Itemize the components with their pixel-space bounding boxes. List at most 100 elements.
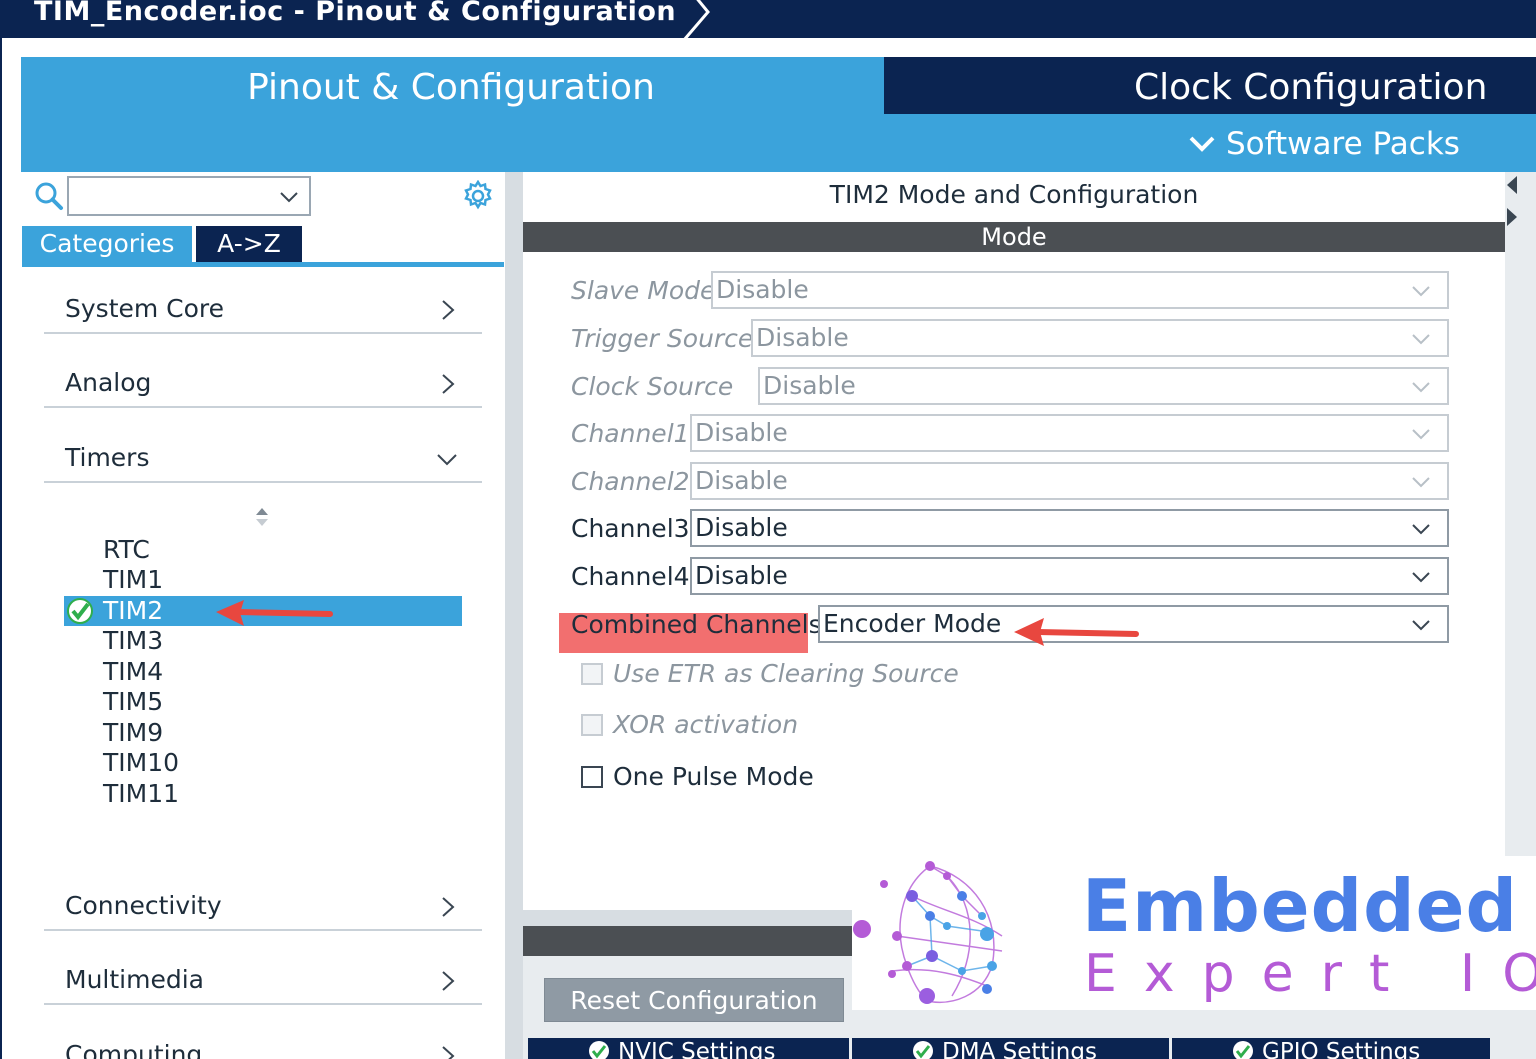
window-title: TIM_Encoder.ioc - Pinout & Configuration: [34, 0, 677, 27]
chevron-right-icon: [442, 971, 455, 991]
annotation-arrow-encoder-mode: [1014, 618, 1139, 646]
clock-source-label: Clock Source: [571, 372, 734, 401]
network-globe-icon: [853, 861, 1003, 1004]
category-label: Connectivity: [65, 891, 222, 920]
slave-mode-select[interactable]: Disable: [711, 271, 1449, 309]
collapse-arrow-icon[interactable]: [1505, 174, 1519, 196]
channel4-select[interactable]: Disable: [690, 557, 1449, 595]
check-circle-icon: [1233, 1041, 1253, 1059]
chevron-down-icon: [280, 192, 298, 203]
mode-section-header: Mode: [523, 222, 1505, 252]
category-label: Timers: [65, 443, 150, 472]
expand-arrow-icon[interactable]: [1505, 206, 1519, 228]
trigger-source-label: Trigger Source: [571, 324, 754, 353]
chevron-down-icon: [1412, 286, 1430, 297]
combined-channels-value: Encoder Mode: [823, 609, 1002, 638]
tab-label: NVIC Settings: [618, 1039, 776, 1059]
window-title-bar: TIM_Encoder.ioc - Pinout & Configuration: [0, 0, 1536, 41]
software-packs-label: Software Packs: [1226, 126, 1460, 162]
category-tabs-underline: [22, 262, 504, 267]
chevron-down-icon: [1412, 572, 1430, 583]
slave-mode-label: Slave Mode: [571, 276, 716, 305]
gear-icon[interactable]: [462, 180, 494, 212]
channel1-value: Disable: [695, 418, 788, 447]
channel3-select[interactable]: Disable: [690, 509, 1449, 547]
watermark-line1: Embedded: [1082, 864, 1519, 948]
category-analog[interactable]: Analog: [44, 362, 482, 408]
clock-source-select[interactable]: Disable: [758, 367, 1449, 405]
annotation-arrow-tim2: [216, 600, 333, 626]
channel2-select[interactable]: Disable: [690, 462, 1449, 500]
slave-mode-value: Disable: [716, 275, 809, 304]
chevron-down-icon: [1189, 136, 1215, 152]
category-timers[interactable]: Timers: [44, 437, 482, 483]
search-combobox[interactable]: [67, 176, 311, 216]
category-label: Analog: [65, 368, 152, 397]
tab-dma-settings[interactable]: DMA Settings: [852, 1038, 1169, 1059]
channel4-label: Channel4: [571, 562, 690, 591]
timer-item-tim9[interactable]: TIM9: [103, 718, 163, 748]
tab-pinout-configuration[interactable]: Pinout & Configuration: [21, 57, 881, 114]
chevron-down-icon: [1412, 477, 1430, 488]
watermark-logo: Embedded Expert IO: [852, 856, 1536, 1010]
category-label: Computing: [65, 1040, 203, 1059]
trigger-source-value: Disable: [756, 323, 849, 352]
sort-icon[interactable]: [254, 506, 270, 528]
one-pulse-mode-label: One Pulse Mode: [613, 762, 814, 791]
timer-item-tim2[interactable]: TIM2: [103, 596, 163, 626]
category-view-tabs: Categories A->Z: [22, 226, 302, 262]
tab-a-to-z[interactable]: A->Z: [196, 226, 302, 262]
check-circle-icon: [913, 1041, 933, 1059]
tab-categories[interactable]: Categories: [22, 226, 192, 262]
check-circle-icon: [589, 1041, 609, 1059]
chevron-down-icon: [1412, 524, 1430, 535]
category-multimedia[interactable]: Multimedia: [44, 959, 482, 1005]
chevron-down-icon: [1412, 620, 1430, 631]
xor-activation-checkbox[interactable]: [581, 714, 603, 736]
clock-source-value: Disable: [763, 371, 856, 400]
search-icon[interactable]: [34, 181, 64, 211]
reset-configuration-button[interactable]: Reset Configuration: [544, 978, 844, 1022]
chevron-down-icon: [1412, 429, 1430, 440]
chevron-right-icon: [442, 1046, 455, 1059]
tab-clock-configuration[interactable]: Clock Configuration: [884, 57, 1536, 114]
panel-title: TIM2 Mode and Configuration: [829, 180, 1199, 209]
one-pulse-mode-checkbox[interactable]: [581, 766, 603, 788]
chevron-right-icon: [442, 374, 455, 394]
timer-item-tim1[interactable]: TIM1: [103, 565, 163, 595]
chevron-down-icon: [1412, 382, 1430, 393]
timer-item-tim11[interactable]: TIM11: [103, 779, 179, 809]
timer-item-rtc[interactable]: RTC: [103, 535, 150, 565]
use-etr-label: Use ETR as Clearing Source: [613, 659, 959, 688]
chevron-down-icon: [437, 454, 457, 466]
category-computing[interactable]: Computing: [44, 1034, 482, 1059]
category-system-core[interactable]: System Core: [44, 288, 482, 334]
check-circle-icon: [67, 598, 93, 624]
tab-nvic-settings[interactable]: NVIC Settings: [528, 1038, 849, 1059]
category-connectivity[interactable]: Connectivity: [44, 885, 482, 931]
xor-activation-label: XOR activation: [613, 710, 799, 739]
breadcrumb-chevron-icon: [682, 0, 710, 41]
channel1-select[interactable]: Disable: [690, 414, 1449, 452]
window-left-border: [0, 38, 2, 1059]
channel4-value: Disable: [695, 561, 788, 590]
timer-item-tim3[interactable]: TIM3: [103, 626, 163, 656]
timer-item-tim5[interactable]: TIM5: [103, 687, 163, 717]
software-packs-menu[interactable]: Software Packs: [1188, 122, 1460, 166]
combined-channels-label: Combined Channels: [571, 610, 822, 639]
trigger-source-select[interactable]: Disable: [751, 319, 1449, 357]
channel1-label: Channel1: [571, 419, 690, 448]
panel-splitter[interactable]: [505, 172, 523, 1059]
channel3-label: Channel3: [571, 514, 690, 543]
channel2-label: Channel2: [571, 467, 690, 496]
category-label: Multimedia: [65, 965, 204, 994]
use-etr-checkbox[interactable]: [581, 663, 603, 685]
chevron-down-icon: [1412, 334, 1430, 345]
tab-label: DMA Settings: [942, 1039, 1097, 1059]
timer-item-tim4[interactable]: TIM4: [103, 657, 163, 687]
category-label: System Core: [65, 294, 225, 323]
timer-item-tim10[interactable]: TIM10: [103, 748, 179, 778]
tab-label: GPIO Settings: [1262, 1039, 1421, 1059]
watermark-line2: Expert IO: [1084, 944, 1536, 1004]
tab-gpio-settings[interactable]: GPIO Settings: [1172, 1038, 1490, 1059]
